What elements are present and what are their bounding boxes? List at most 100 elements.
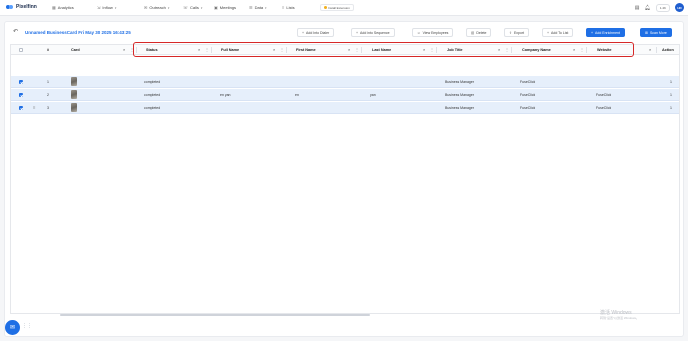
nav-lists-label: Lists	[286, 5, 295, 10]
card-thumbnail[interactable]	[71, 90, 77, 99]
scan-more-button[interactable]: ⊞ Scan More	[640, 28, 672, 37]
horizontal-scrollbar[interactable]	[60, 314, 370, 316]
nav-data-label: Data	[254, 5, 264, 10]
add-to-list-button[interactable]: + Add To List	[542, 28, 574, 37]
nav-outreach[interactable]: ✉ Outreach ▾	[144, 5, 169, 10]
column-divider[interactable]	[511, 47, 512, 53]
chevron-down-icon: ▾	[265, 5, 267, 10]
nav-analytics[interactable]: ▦ Analytics	[52, 5, 74, 10]
more-options-icon[interactable]: ⋮	[205, 47, 209, 52]
column-divider[interactable]	[436, 47, 437, 53]
avatar[interactable]: HD	[675, 3, 684, 12]
row-checkbox-cell[interactable]	[19, 102, 23, 113]
row-index: 1	[47, 79, 49, 84]
table-row[interactable]: 2 completed en yan en yan Business Manag…	[11, 89, 679, 101]
website-cell[interactable]: FuseClick	[596, 102, 611, 113]
list-toolbar: ↶ Unnamed BusinessCard Fri May 30 2025 1…	[5, 22, 685, 42]
row-checkbox[interactable]	[19, 92, 23, 97]
row-action-button[interactable]: 1	[670, 76, 672, 87]
column-divider[interactable]	[656, 47, 657, 53]
brand-logo[interactable]: Pixelfinn	[6, 4, 37, 10]
column-divider[interactable]	[286, 47, 287, 53]
list-plus-icon: +	[547, 30, 550, 35]
column-divider[interactable]	[136, 47, 137, 53]
search-icon[interactable]: ⌕	[198, 47, 200, 52]
search-icon[interactable]: ⌕	[649, 47, 651, 52]
row-index: 3	[47, 105, 49, 110]
row-checkbox-cell[interactable]	[19, 89, 23, 100]
nav-data[interactable]: ☰ Data ▾	[249, 5, 267, 10]
search-icon[interactable]: ⌕	[123, 47, 125, 52]
last-name-cell: yan	[370, 92, 376, 97]
inflow-icon: ⇲	[97, 5, 101, 10]
bell-icon[interactable]: 🔔︎	[644, 5, 650, 11]
install-extension-button[interactable]: Install Extension	[320, 4, 354, 11]
status-cell: completed	[144, 92, 161, 97]
gift-icon[interactable]: ▤	[635, 5, 640, 11]
chat-support-button[interactable]: ✉	[5, 320, 20, 335]
search-icon[interactable]: ⌕	[573, 47, 575, 52]
column-divider[interactable]	[361, 47, 362, 53]
nav-meetings[interactable]: ▣ Meetings	[214, 5, 236, 10]
first-name-cell: en	[295, 92, 299, 97]
search-icon[interactable]: ⌕	[423, 47, 425, 52]
credits-badge[interactable]: 1.4K	[655, 3, 670, 12]
company-name-cell: FuseClick	[520, 105, 536, 110]
row-action-button[interactable]: 1	[670, 89, 672, 100]
column-divider[interactable]	[586, 47, 587, 53]
select-all-checkbox-cell[interactable]	[19, 45, 23, 54]
more-options-icon[interactable]: ⋮	[505, 47, 509, 52]
phone-icon: ☏	[183, 5, 189, 10]
more-options-icon[interactable]: ⋮	[130, 47, 134, 52]
header-last-name: Last Name	[372, 47, 392, 52]
table-row[interactable]: ⠿ 3 completed Business Manager FuseClick…	[11, 102, 679, 114]
status-cell: completed	[144, 105, 161, 110]
select-all-checkbox[interactable]	[19, 47, 23, 52]
table-row[interactable]: 1 completed Business Manager FuseClick 1	[11, 76, 679, 88]
drag-grip-icon[interactable]: ⋮⋮	[22, 323, 32, 329]
add-into-sequence-button[interactable]: + Add into Sequence	[351, 28, 395, 37]
export-label: Export	[513, 30, 525, 35]
more-options-icon[interactable]: ⋮	[580, 47, 584, 52]
phone-plus-icon: +	[302, 30, 305, 35]
drag-handle-icon[interactable]: ⠿	[33, 102, 36, 113]
search-icon[interactable]: ⌕	[348, 47, 350, 52]
header-card: Card	[71, 47, 80, 52]
card-thumbnail[interactable]	[71, 103, 77, 112]
delete-label: Delete	[476, 30, 487, 35]
more-options-icon[interactable]: ⋮	[355, 47, 359, 52]
nav-outreach-label: Outreach	[149, 5, 166, 10]
back-arrow-icon[interactable]: ↶	[13, 28, 18, 35]
website-cell[interactable]: FuseClick	[596, 89, 611, 100]
search-icon[interactable]: ⌕	[498, 47, 500, 52]
chevron-down-icon: ▾	[114, 5, 117, 10]
export-button[interactable]: ⇧ Export	[504, 28, 530, 37]
nav-inflow[interactable]: ⇲ Inflow ▾	[97, 5, 116, 10]
view-employees-label: View Employees	[422, 30, 449, 35]
chrome-icon	[324, 6, 327, 9]
card-thumbnail-cell[interactable]	[71, 89, 77, 100]
results-table: # Card ⌕ ⋮ Status ⌕ ⋮ Full Name ⌕ ⋮ Firs…	[10, 44, 680, 314]
more-options-icon[interactable]: ⋮	[280, 47, 284, 52]
card-thumbnail[interactable]	[71, 77, 77, 86]
header-company-name: Company Name	[522, 47, 551, 52]
add-enrichment-button[interactable]: + Add Enrichment	[586, 28, 625, 37]
nav-calls[interactable]: ☏ Calls ▾	[183, 5, 202, 10]
row-checkbox[interactable]	[19, 105, 23, 110]
card-thumbnail-cell[interactable]	[71, 76, 77, 87]
row-checkbox[interactable]	[19, 79, 23, 84]
install-extension-label: Install Extension	[328, 5, 350, 10]
card-thumbnail-cell[interactable]	[71, 102, 77, 113]
brand-name: Pixelfinn	[16, 4, 37, 10]
column-divider[interactable]	[211, 47, 212, 53]
delete-button[interactable]: ▥ Delete	[466, 28, 492, 37]
more-options-icon[interactable]: ⋮	[430, 47, 434, 52]
view-employees-button[interactable]: ☺ View Employees	[412, 28, 454, 37]
add-into-dialer-button[interactable]: + Add Into Dialer	[297, 28, 335, 37]
nav-lists[interactable]: ≡ Lists	[282, 5, 295, 10]
trash-icon: ▥	[471, 30, 475, 35]
search-icon[interactable]: ⌕	[273, 47, 275, 52]
nav-analytics-label: Analytics	[57, 5, 74, 10]
row-action-button[interactable]: 1	[670, 102, 672, 113]
row-checkbox-cell[interactable]	[19, 76, 23, 87]
